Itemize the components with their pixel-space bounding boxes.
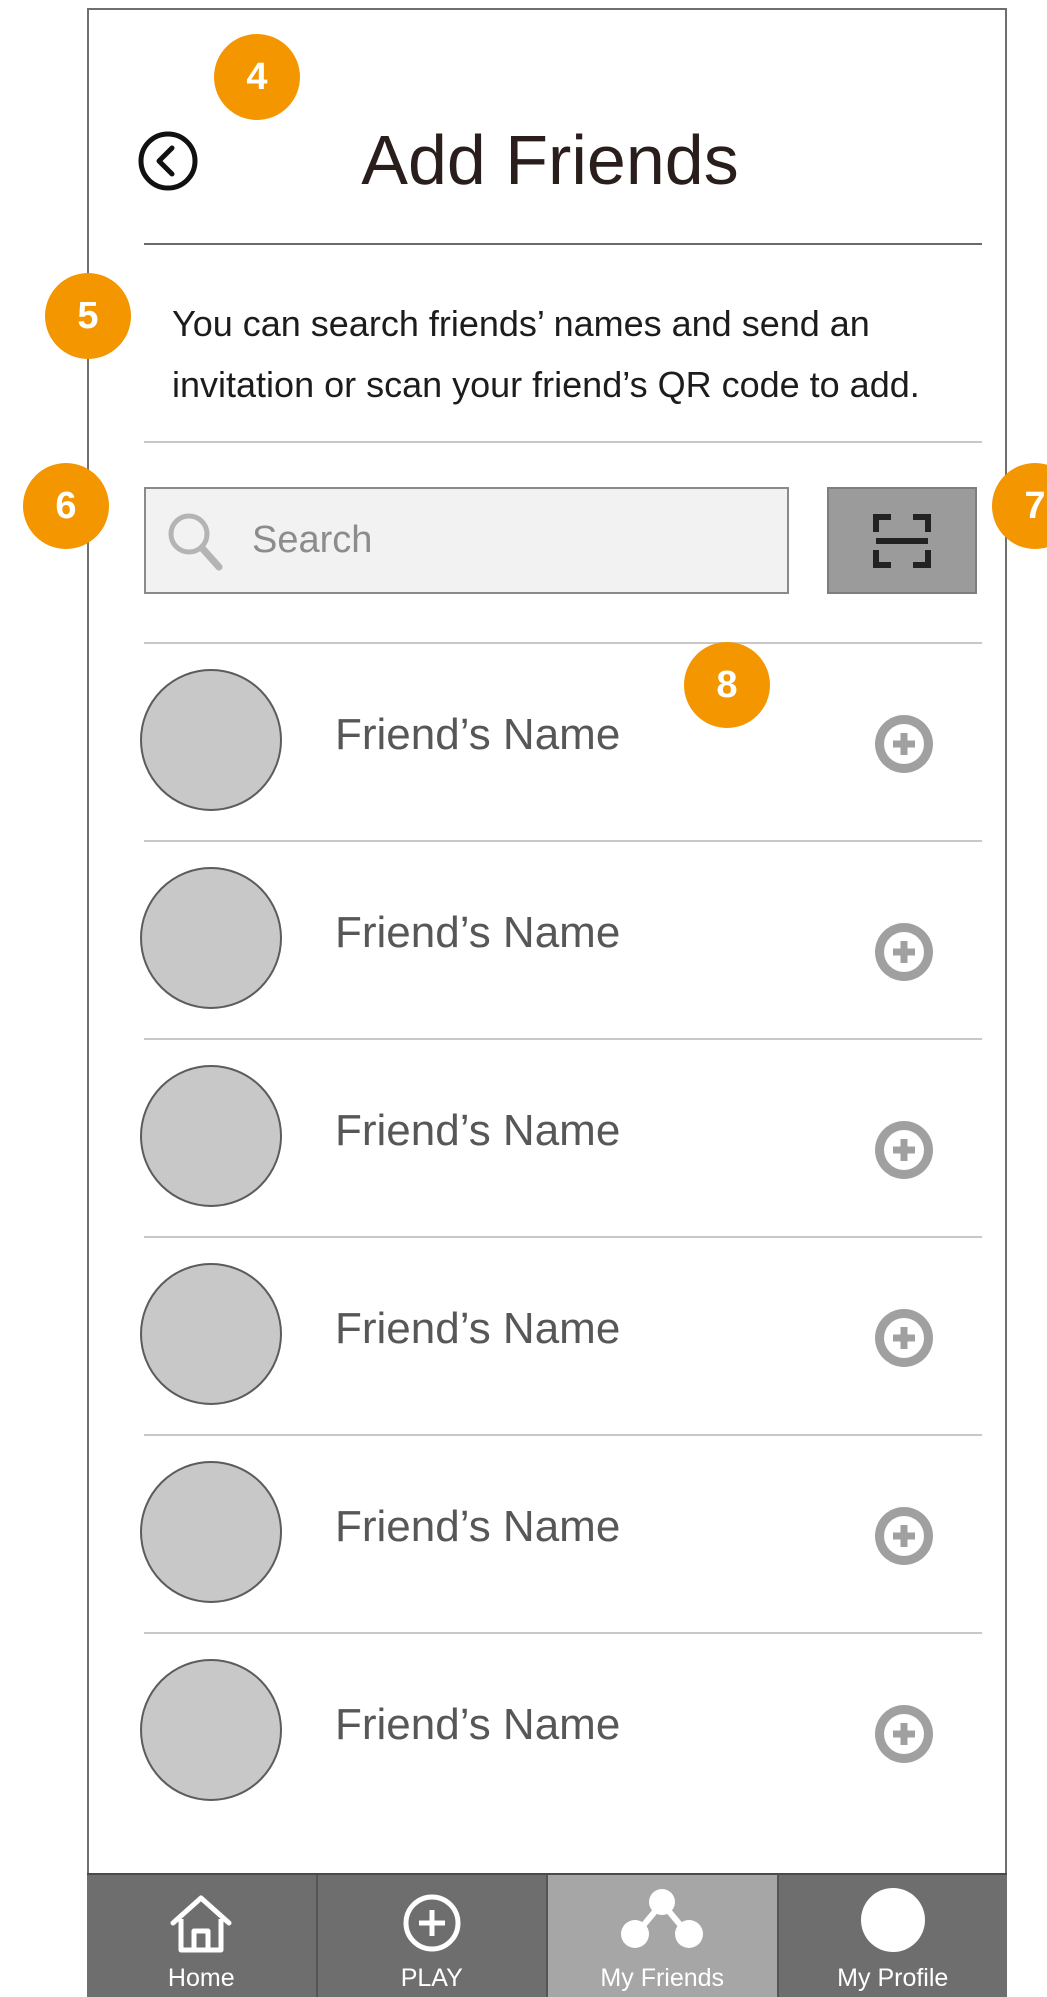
friend-name: Friend’s Name — [335, 1106, 621, 1155]
add-friends-screen: Add Friends You can search friends’ name… — [0, 0, 1047, 1997]
friend-name: Friend’s Name — [335, 1502, 621, 1551]
annotation-badge-4: 4 — [214, 34, 300, 120]
add-friend-button[interactable] — [872, 1702, 936, 1766]
description-divider — [144, 441, 982, 443]
page-title: Add Friends — [361, 121, 739, 199]
friends-network-icon — [621, 1889, 704, 1948]
qr-scan-button[interactable] — [827, 487, 977, 594]
friend-name: Friend’s Name — [335, 710, 621, 759]
add-friend-button[interactable] — [872, 1504, 936, 1568]
avatar — [140, 1065, 282, 1207]
friend-row: Friend’s Name — [140, 1038, 982, 1234]
instructions-line-2: invitation or scan your friend’s QR code… — [172, 364, 920, 405]
plus-circle-icon — [875, 1121, 933, 1179]
friend-name: Friend’s Name — [335, 908, 621, 957]
tab-play-label: PLAY — [400, 1964, 463, 1992]
plus-circle-icon — [875, 1507, 933, 1565]
add-friend-button[interactable] — [872, 1306, 936, 1370]
header-divider — [144, 243, 982, 245]
annotation-badge-6: 6 — [23, 463, 109, 549]
tab-my-profile-label: My Profile — [837, 1964, 949, 1992]
plus-circle-icon — [875, 1705, 933, 1763]
avatar — [140, 1263, 282, 1405]
plus-circle-icon — [875, 1309, 933, 1367]
back-button[interactable] — [137, 130, 199, 192]
tab-play[interactable]: PLAY — [317, 1875, 548, 1997]
qr-scan-icon — [873, 513, 931, 568]
bottom-tab-bar: Home PLAY My Friends My Profile — [87, 1873, 1007, 1997]
friend-row: Friend’s Name — [140, 1632, 982, 1828]
search-box[interactable] — [144, 487, 789, 594]
avatar — [140, 867, 282, 1009]
profile-avatar-icon — [860, 1888, 925, 1952]
tab-my-profile[interactable]: My Profile — [778, 1875, 1007, 1997]
add-friend-button[interactable] — [872, 1118, 936, 1182]
home-icon — [170, 1895, 232, 1953]
tab-my-friends-label: My Friends — [600, 1964, 725, 1992]
plus-circle-icon — [875, 923, 933, 981]
plus-circle-icon — [875, 715, 933, 773]
instructions-text: You can search friends’ names and send a… — [172, 293, 992, 415]
chevron-left-circle-icon — [138, 131, 198, 191]
tab-my-friends[interactable]: My Friends — [548, 1875, 779, 1997]
add-friend-button[interactable] — [872, 712, 936, 776]
annotation-badge-8: 8 — [684, 642, 770, 728]
avatar — [140, 1461, 282, 1603]
friend-name: Friend’s Name — [335, 1304, 621, 1353]
tab-home-label: Home — [167, 1964, 235, 1992]
friend-row: Friend’s Name — [140, 1236, 982, 1432]
avatar — [140, 669, 282, 811]
add-friend-button[interactable] — [872, 920, 936, 984]
search-icon — [164, 509, 228, 573]
friend-name: Friend’s Name — [335, 1700, 621, 1749]
friend-row: Friend’s Name — [140, 840, 982, 1036]
search-input[interactable] — [250, 518, 754, 563]
instructions-line-1: You can search friends’ names and send a… — [172, 303, 870, 344]
avatar — [140, 1659, 282, 1801]
friend-row: Friend’s Name — [140, 1434, 982, 1630]
plus-circle-icon — [403, 1894, 461, 1952]
friend-row: Friend’s Name — [140, 642, 982, 838]
annotation-badge-5: 5 — [45, 273, 131, 359]
tab-home[interactable]: Home — [87, 1875, 318, 1997]
